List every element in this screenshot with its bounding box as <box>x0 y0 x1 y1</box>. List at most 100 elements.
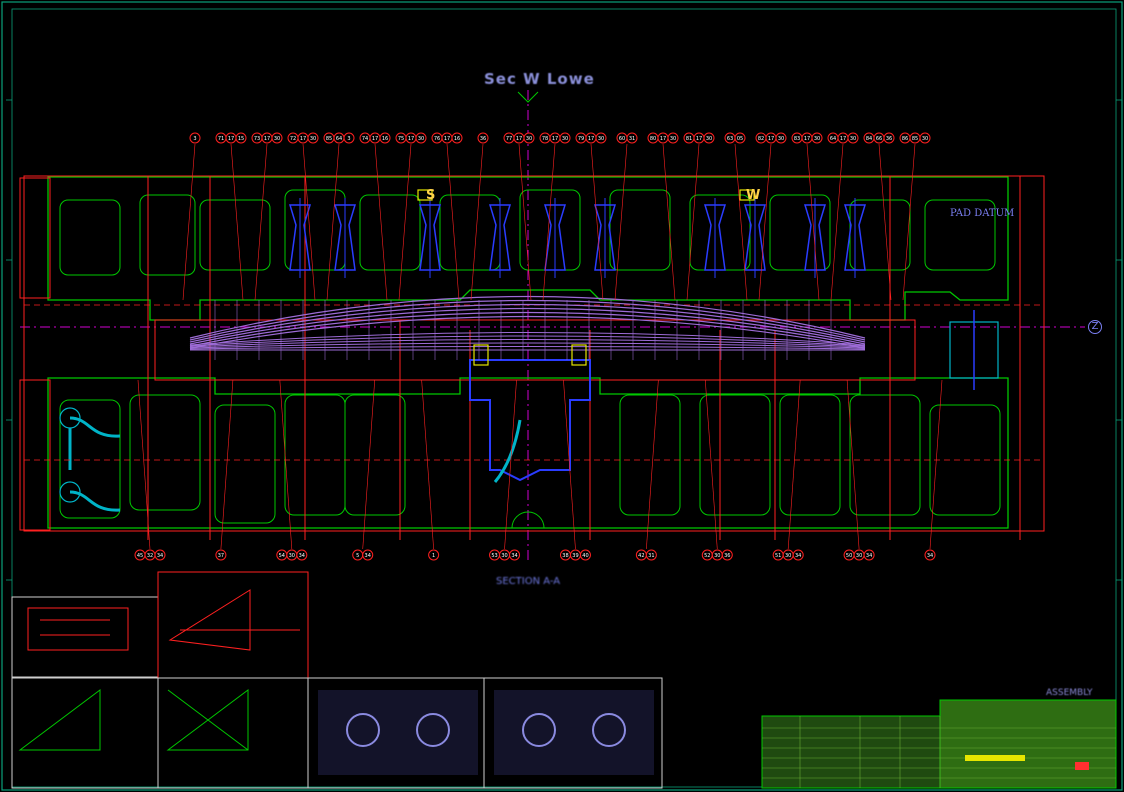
top-balloon-number: 17 <box>696 136 702 142</box>
outer-red-envelope <box>23 175 1045 532</box>
bottom-leader-line <box>787 379 801 550</box>
top-balloon-number: 30 <box>418 136 424 142</box>
pad-datum-label: PAD DATUM <box>950 208 1015 219</box>
bottom-balloon-number: 30 <box>785 553 791 559</box>
red-lines <box>23 175 1045 540</box>
top-leader-line <box>254 143 268 301</box>
upper-pocket <box>609 189 671 271</box>
top-balloon-number: 85 <box>326 136 332 142</box>
bottom-balloon-number: 34 <box>365 553 371 559</box>
upper-pocket <box>359 194 421 271</box>
top-leader-line <box>806 143 820 301</box>
top-balloon-number: 63 <box>727 136 733 142</box>
bottom-balloon-number: 50 <box>846 553 852 559</box>
top-balloon-number: 30 <box>310 136 316 142</box>
top-balloon-number: 17 <box>444 136 450 142</box>
lower-pocket <box>284 394 346 516</box>
top-leader-line <box>398 143 412 301</box>
top-balloon-number: 60 <box>619 136 625 142</box>
bottom-balloon-number: 5 <box>356 553 359 559</box>
top-balloon-number: 30 <box>526 136 532 142</box>
bottom-balloon-number: 34 <box>866 553 872 559</box>
bottom-balloon-number: 30 <box>501 553 507 559</box>
detail-shaded-view <box>318 690 478 775</box>
bottom-balloon-number: 40 <box>582 553 588 559</box>
top-balloon-number: 30 <box>778 136 784 142</box>
top-balloon-number: 36 <box>886 136 892 142</box>
top-balloon-number: 86 <box>902 136 908 142</box>
drawing-frame <box>1 1 1123 791</box>
top-leader-line <box>446 143 460 301</box>
upper-pocket <box>769 194 831 271</box>
bottom-balloon-number: 30 <box>289 553 295 559</box>
top-leader-line <box>686 143 700 301</box>
top-leader-line <box>182 143 196 301</box>
bottom-balloon-number: 34 <box>795 553 801 559</box>
top-leader-line <box>374 143 388 301</box>
bottom-leader-line <box>846 379 860 550</box>
bottom-balloon-number: 36 <box>724 553 730 559</box>
title-block <box>761 699 1117 789</box>
top-leader-line <box>902 143 916 301</box>
top-leader-line <box>470 143 484 301</box>
top-balloon-number: 17 <box>408 136 414 142</box>
top-balloon-number: 17 <box>660 136 666 142</box>
top-balloon-number: 30 <box>850 136 856 142</box>
bottom-balloon-number: 34 <box>927 553 933 559</box>
detail-view-2-frame <box>157 571 309 679</box>
title-block-highlight <box>965 755 1025 761</box>
top-balloon-number: 78 <box>542 136 548 142</box>
bottom-balloon-number: 34 <box>157 553 163 559</box>
detail-views <box>11 571 663 789</box>
top-balloon-number: 05 <box>737 136 743 142</box>
drawing-title: Sec W Lowe <box>484 70 595 88</box>
top-balloon-number: 16 <box>382 136 388 142</box>
bottom-balloon-number: 32 <box>147 553 153 559</box>
bottom-leader-line <box>646 379 659 550</box>
top-balloon-number: 79 <box>578 136 584 142</box>
detail-2-shape <box>168 589 300 651</box>
top-balloon-number: 66 <box>876 136 882 142</box>
bottom-leader-line <box>704 379 718 550</box>
top-balloon-number: 17 <box>804 136 810 142</box>
top-balloon-number: 17 <box>372 136 378 142</box>
top-balloon-number: 17 <box>552 136 558 142</box>
title-block-main <box>939 699 1117 789</box>
top-leader-line <box>230 143 244 301</box>
top-balloon-number: 82 <box>758 136 764 142</box>
lower-pocket <box>779 394 841 516</box>
top-balloon-number: 30 <box>706 136 712 142</box>
top-balloon-number: 74 <box>362 136 368 142</box>
top-balloon-number: 76 <box>434 136 440 142</box>
bottom-leader-line <box>279 379 293 550</box>
lower-pocket <box>849 394 921 516</box>
detail-3-shape <box>18 689 101 751</box>
top-balloon-number: 30 <box>274 136 280 142</box>
left-equipment <box>19 177 121 531</box>
top-balloon-number: 71 <box>218 136 224 142</box>
cad-drawing-canvas[interactable]: 3 71 17 15 73 17 30 72 17 30 85 64 3 74 17 16 75 17 30 76 17… <box>0 0 1124 792</box>
top-balloon-number: 30 <box>922 136 928 142</box>
bottom-leader-line <box>362 379 376 550</box>
top-balloon-number: 64 <box>830 136 836 142</box>
top-leader-line <box>590 143 604 301</box>
top-balloon-number: 77 <box>506 136 512 142</box>
section-mark-s: S <box>426 188 436 203</box>
bottom-balloon-number: 54 <box>279 553 285 559</box>
detail-shaded-view <box>494 690 654 775</box>
top-balloon-number: 31 <box>629 136 635 142</box>
formed-panel <box>189 295 866 360</box>
title-block-red-tag <box>1075 762 1089 770</box>
top-balloon-number: 64 <box>336 136 342 142</box>
top-balloon-number: 17 <box>300 136 306 142</box>
top-balloon-number: 17 <box>588 136 594 142</box>
piping-line <box>69 416 121 438</box>
insert-block <box>473 344 489 366</box>
top-leader-line <box>662 143 676 301</box>
top-balloon-number: 17 <box>840 136 846 142</box>
centerlines <box>20 90 1085 560</box>
top-balloon-number: 30 <box>670 136 676 142</box>
upper-pocket <box>59 199 121 276</box>
upper-pads <box>288 198 867 278</box>
lower-pocket <box>344 394 406 516</box>
